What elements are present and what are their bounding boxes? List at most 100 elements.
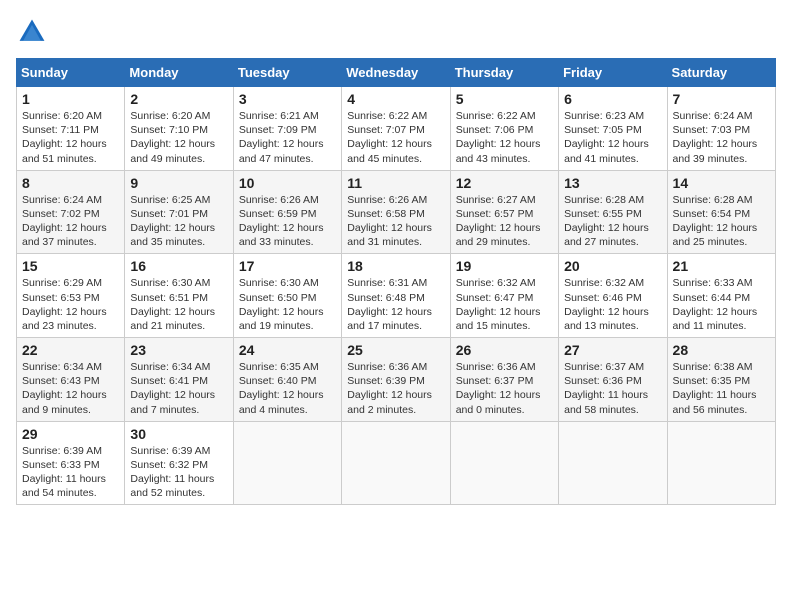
weekday-header: Friday bbox=[559, 59, 667, 87]
day-info: Sunrise: 6:39 AM Sunset: 6:32 PM Dayligh… bbox=[130, 444, 227, 501]
day-number: 12 bbox=[456, 175, 553, 191]
calendar-cell: 20 Sunrise: 6:32 AM Sunset: 6:46 PM Dayl… bbox=[559, 254, 667, 338]
logo-icon bbox=[16, 16, 48, 48]
day-info: Sunrise: 6:22 AM Sunset: 7:07 PM Dayligh… bbox=[347, 109, 444, 166]
day-info: Sunrise: 6:39 AM Sunset: 6:33 PM Dayligh… bbox=[22, 444, 119, 501]
day-number: 11 bbox=[347, 175, 444, 191]
page-header bbox=[16, 16, 776, 48]
day-number: 25 bbox=[347, 342, 444, 358]
calendar-cell bbox=[559, 421, 667, 505]
day-number: 4 bbox=[347, 91, 444, 107]
day-info: Sunrise: 6:20 AM Sunset: 7:10 PM Dayligh… bbox=[130, 109, 227, 166]
day-info: Sunrise: 6:38 AM Sunset: 6:35 PM Dayligh… bbox=[673, 360, 770, 417]
weekday-header: Tuesday bbox=[233, 59, 341, 87]
calendar-cell: 6 Sunrise: 6:23 AM Sunset: 7:05 PM Dayli… bbox=[559, 87, 667, 171]
day-number: 13 bbox=[564, 175, 661, 191]
day-info: Sunrise: 6:32 AM Sunset: 6:47 PM Dayligh… bbox=[456, 276, 553, 333]
calendar-cell: 18 Sunrise: 6:31 AM Sunset: 6:48 PM Dayl… bbox=[342, 254, 450, 338]
day-number: 21 bbox=[673, 258, 770, 274]
weekday-header: Wednesday bbox=[342, 59, 450, 87]
day-number: 7 bbox=[673, 91, 770, 107]
calendar-cell: 30 Sunrise: 6:39 AM Sunset: 6:32 PM Dayl… bbox=[125, 421, 233, 505]
day-number: 17 bbox=[239, 258, 336, 274]
day-info: Sunrise: 6:28 AM Sunset: 6:54 PM Dayligh… bbox=[673, 193, 770, 250]
day-info: Sunrise: 6:35 AM Sunset: 6:40 PM Dayligh… bbox=[239, 360, 336, 417]
day-number: 15 bbox=[22, 258, 119, 274]
calendar-cell bbox=[450, 421, 558, 505]
calendar-cell: 12 Sunrise: 6:27 AM Sunset: 6:57 PM Dayl… bbox=[450, 170, 558, 254]
day-number: 18 bbox=[347, 258, 444, 274]
day-number: 30 bbox=[130, 426, 227, 442]
calendar-cell: 29 Sunrise: 6:39 AM Sunset: 6:33 PM Dayl… bbox=[17, 421, 125, 505]
calendar-cell: 13 Sunrise: 6:28 AM Sunset: 6:55 PM Dayl… bbox=[559, 170, 667, 254]
weekday-header: Sunday bbox=[17, 59, 125, 87]
day-info: Sunrise: 6:27 AM Sunset: 6:57 PM Dayligh… bbox=[456, 193, 553, 250]
calendar-cell: 14 Sunrise: 6:28 AM Sunset: 6:54 PM Dayl… bbox=[667, 170, 775, 254]
day-info: Sunrise: 6:25 AM Sunset: 7:01 PM Dayligh… bbox=[130, 193, 227, 250]
day-info: Sunrise: 6:37 AM Sunset: 6:36 PM Dayligh… bbox=[564, 360, 661, 417]
day-info: Sunrise: 6:36 AM Sunset: 6:39 PM Dayligh… bbox=[347, 360, 444, 417]
day-number: 16 bbox=[130, 258, 227, 274]
calendar-cell: 2 Sunrise: 6:20 AM Sunset: 7:10 PM Dayli… bbox=[125, 87, 233, 171]
day-number: 10 bbox=[239, 175, 336, 191]
day-number: 3 bbox=[239, 91, 336, 107]
day-info: Sunrise: 6:30 AM Sunset: 6:50 PM Dayligh… bbox=[239, 276, 336, 333]
day-info: Sunrise: 6:22 AM Sunset: 7:06 PM Dayligh… bbox=[456, 109, 553, 166]
day-info: Sunrise: 6:31 AM Sunset: 6:48 PM Dayligh… bbox=[347, 276, 444, 333]
calendar-cell: 27 Sunrise: 6:37 AM Sunset: 6:36 PM Dayl… bbox=[559, 338, 667, 422]
calendar-table: SundayMondayTuesdayWednesdayThursdayFrid… bbox=[16, 58, 776, 505]
calendar-cell: 21 Sunrise: 6:33 AM Sunset: 6:44 PM Dayl… bbox=[667, 254, 775, 338]
day-info: Sunrise: 6:32 AM Sunset: 6:46 PM Dayligh… bbox=[564, 276, 661, 333]
weekday-header: Thursday bbox=[450, 59, 558, 87]
calendar-cell: 28 Sunrise: 6:38 AM Sunset: 6:35 PM Dayl… bbox=[667, 338, 775, 422]
calendar-cell: 5 Sunrise: 6:22 AM Sunset: 7:06 PM Dayli… bbox=[450, 87, 558, 171]
day-number: 19 bbox=[456, 258, 553, 274]
day-info: Sunrise: 6:23 AM Sunset: 7:05 PM Dayligh… bbox=[564, 109, 661, 166]
day-info: Sunrise: 6:24 AM Sunset: 7:02 PM Dayligh… bbox=[22, 193, 119, 250]
day-number: 9 bbox=[130, 175, 227, 191]
day-info: Sunrise: 6:34 AM Sunset: 6:41 PM Dayligh… bbox=[130, 360, 227, 417]
calendar-cell bbox=[667, 421, 775, 505]
day-info: Sunrise: 6:24 AM Sunset: 7:03 PM Dayligh… bbox=[673, 109, 770, 166]
day-number: 28 bbox=[673, 342, 770, 358]
day-number: 6 bbox=[564, 91, 661, 107]
calendar-cell: 4 Sunrise: 6:22 AM Sunset: 7:07 PM Dayli… bbox=[342, 87, 450, 171]
day-number: 14 bbox=[673, 175, 770, 191]
day-info: Sunrise: 6:21 AM Sunset: 7:09 PM Dayligh… bbox=[239, 109, 336, 166]
calendar-cell: 8 Sunrise: 6:24 AM Sunset: 7:02 PM Dayli… bbox=[17, 170, 125, 254]
day-info: Sunrise: 6:33 AM Sunset: 6:44 PM Dayligh… bbox=[673, 276, 770, 333]
weekday-header: Saturday bbox=[667, 59, 775, 87]
day-info: Sunrise: 6:29 AM Sunset: 6:53 PM Dayligh… bbox=[22, 276, 119, 333]
weekday-header: Monday bbox=[125, 59, 233, 87]
day-number: 1 bbox=[22, 91, 119, 107]
calendar-cell: 17 Sunrise: 6:30 AM Sunset: 6:50 PM Dayl… bbox=[233, 254, 341, 338]
calendar-cell: 25 Sunrise: 6:36 AM Sunset: 6:39 PM Dayl… bbox=[342, 338, 450, 422]
day-number: 27 bbox=[564, 342, 661, 358]
calendar-cell: 11 Sunrise: 6:26 AM Sunset: 6:58 PM Dayl… bbox=[342, 170, 450, 254]
day-info: Sunrise: 6:26 AM Sunset: 6:59 PM Dayligh… bbox=[239, 193, 336, 250]
day-number: 20 bbox=[564, 258, 661, 274]
calendar-cell: 10 Sunrise: 6:26 AM Sunset: 6:59 PM Dayl… bbox=[233, 170, 341, 254]
calendar-cell: 7 Sunrise: 6:24 AM Sunset: 7:03 PM Dayli… bbox=[667, 87, 775, 171]
day-info: Sunrise: 6:36 AM Sunset: 6:37 PM Dayligh… bbox=[456, 360, 553, 417]
day-info: Sunrise: 6:20 AM Sunset: 7:11 PM Dayligh… bbox=[22, 109, 119, 166]
calendar-cell: 24 Sunrise: 6:35 AM Sunset: 6:40 PM Dayl… bbox=[233, 338, 341, 422]
day-number: 22 bbox=[22, 342, 119, 358]
calendar-cell: 9 Sunrise: 6:25 AM Sunset: 7:01 PM Dayli… bbox=[125, 170, 233, 254]
day-info: Sunrise: 6:34 AM Sunset: 6:43 PM Dayligh… bbox=[22, 360, 119, 417]
calendar-cell bbox=[342, 421, 450, 505]
day-info: Sunrise: 6:26 AM Sunset: 6:58 PM Dayligh… bbox=[347, 193, 444, 250]
day-info: Sunrise: 6:30 AM Sunset: 6:51 PM Dayligh… bbox=[130, 276, 227, 333]
day-number: 5 bbox=[456, 91, 553, 107]
calendar-cell: 19 Sunrise: 6:32 AM Sunset: 6:47 PM Dayl… bbox=[450, 254, 558, 338]
day-number: 26 bbox=[456, 342, 553, 358]
calendar-cell: 23 Sunrise: 6:34 AM Sunset: 6:41 PM Dayl… bbox=[125, 338, 233, 422]
day-number: 2 bbox=[130, 91, 227, 107]
logo bbox=[16, 16, 54, 48]
day-number: 23 bbox=[130, 342, 227, 358]
calendar-cell bbox=[233, 421, 341, 505]
day-info: Sunrise: 6:28 AM Sunset: 6:55 PM Dayligh… bbox=[564, 193, 661, 250]
calendar-cell: 3 Sunrise: 6:21 AM Sunset: 7:09 PM Dayli… bbox=[233, 87, 341, 171]
calendar-cell: 16 Sunrise: 6:30 AM Sunset: 6:51 PM Dayl… bbox=[125, 254, 233, 338]
day-number: 8 bbox=[22, 175, 119, 191]
